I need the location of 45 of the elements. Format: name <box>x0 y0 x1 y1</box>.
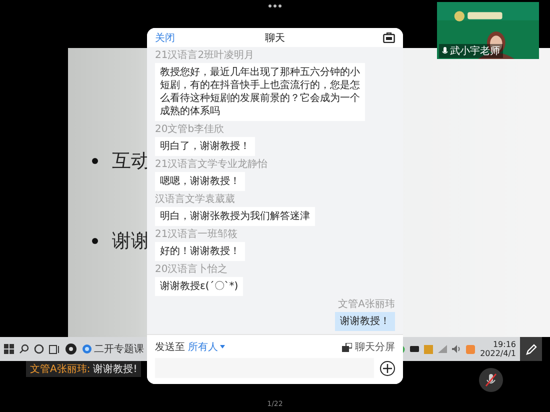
sender-name: 21汉语言文学专业龙静怡 <box>155 159 268 171</box>
annotate-button[interactable] <box>520 337 542 361</box>
windows-icon[interactable] <box>4 344 14 354</box>
slide-bullet: 谢谢 <box>112 230 150 252</box>
message-bubble: 明白了，谢谢教授！ <box>155 137 255 156</box>
sender-name: 21汉语言一班邹筱 <box>155 229 238 241</box>
app-icon[interactable] <box>65 343 77 355</box>
caret-icon <box>220 345 225 349</box>
message-bubble: 教授您好，最近几年出现了那种五六分钟的小短剧，有的在抖音快手上也蛮流行的，您是怎么看待这种短剧的发展前景的？它会成为一个成熟的体系吗 <box>155 63 365 121</box>
taskbar-app[interactable]: 二开专题课 <box>82 342 144 356</box>
bullet-icon <box>92 238 98 244</box>
sender-name: 20文管b李佳欣 <box>155 124 224 136</box>
split-screen-icon[interactable] <box>342 342 352 352</box>
briefcase-icon[interactable] <box>383 32 395 43</box>
bullet-icon <box>92 158 98 164</box>
sender-name: 汉语言文学袁葳葳 <box>155 194 235 206</box>
plus-icon <box>383 364 392 372</box>
message-bubble: 明白，谢谢张教授为我们解答迷津 <box>155 207 315 226</box>
task-view-icon[interactable] <box>49 344 60 354</box>
sender-name: 20汉语言卜怡之 <box>155 264 228 276</box>
mute-button[interactable] <box>479 368 503 392</box>
circle-icon[interactable] <box>34 344 44 354</box>
participant-name: 武小宇老师 <box>439 44 503 58</box>
microphone-icon <box>442 46 448 56</box>
chat-notification[interactable]: 文管A张丽玮: 谢谢教授! <box>26 361 142 377</box>
message-bubble: 谢谢教授！ <box>335 312 395 331</box>
muted-microphone-icon <box>485 373 497 387</box>
speaker-icon[interactable] <box>452 345 462 353</box>
search-icon[interactable] <box>19 344 29 354</box>
sender-name: 文管A张丽玮 <box>338 299 395 311</box>
split-screen-button[interactable]: 聊天分屏 <box>355 340 395 354</box>
recipient-dropdown[interactable]: 所有人 <box>188 340 225 354</box>
more-icon[interactable] <box>268 4 282 8</box>
video-tile[interactable]: 武小宇老师 <box>437 2 539 59</box>
browser-icon <box>82 344 92 354</box>
close-button[interactable]: 关闭 <box>155 30 175 44</box>
message-bubble: 好的！谢谢教授！ <box>155 242 245 261</box>
chat-title: 聊天 <box>265 32 285 44</box>
send-to-label: 发送至 <box>155 341 185 354</box>
pen-icon <box>524 342 538 356</box>
sender-name: 21汉语言2班叶凌明月 <box>155 50 254 62</box>
add-button[interactable] <box>380 360 395 376</box>
taskbar-clock[interactable]: 19:16 2022/4/1 <box>480 340 516 358</box>
message-bubble: 谢谢教授ε(´〇`*) <box>155 277 244 296</box>
message-bubble: 嗯嗯，谢谢教授！ <box>155 172 245 191</box>
